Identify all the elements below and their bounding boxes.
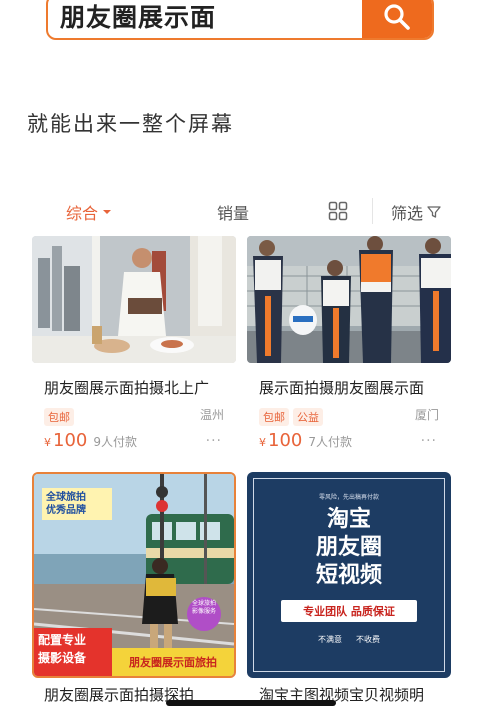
product-tags: 包邮 xyxy=(44,406,78,426)
subtitle-text: 就能出来一整个屏幕 xyxy=(27,112,234,136)
grid-view-icon xyxy=(328,201,348,221)
poster-small-text: 零风险，先出稿再付款 xyxy=(318,494,379,501)
promo-block-left: 配置专业 摄影设备 xyxy=(34,628,112,676)
promo-right-text: 朋友圈展示面旅拍 xyxy=(129,656,217,669)
product-image[interactable]: 零风险，先出稿再付款 淘宝 朋友圈 短视频 专业团队 品质保证 不满意 不收费 xyxy=(247,472,451,678)
product-city: 厦门 xyxy=(414,408,439,422)
product-photo-racers xyxy=(247,236,451,363)
search-button[interactable] xyxy=(362,0,432,38)
product-photo-restaurant xyxy=(32,236,236,363)
poster-footer: 不满意 不收费 xyxy=(247,634,451,645)
promo-block-right: 朋友圈展示面旅拍 xyxy=(112,648,234,676)
poster-line-3: 短视频 xyxy=(315,563,382,588)
badge-line-2: 优秀品牌 xyxy=(46,505,86,516)
search-icon xyxy=(384,4,410,30)
more-options-button[interactable]: ··· xyxy=(421,433,437,449)
more-options-button[interactable]: ··· xyxy=(206,433,222,449)
product-title[interactable]: 朋友圈展示面拍摄北上广 xyxy=(44,377,209,398)
currency-symbol: ¥ xyxy=(259,436,266,449)
brand-badge: 全球旅拍 优秀品牌 xyxy=(42,488,112,520)
poster-banner-text: 专业团队 品质保证 xyxy=(303,605,395,618)
price-row: ¥ 100 7人付款 xyxy=(259,430,352,451)
product-image[interactable]: 全球旅拍 优秀品牌 全球旅拍 影像服务 配置专业 摄影设备 朋友圈展示面旅拍 xyxy=(32,472,236,678)
product-card[interactable]: 展示面拍摄朋友圈展示面 包邮 公益 厦门 ¥ 100 7人付款 ··· xyxy=(247,236,451,460)
sold-count: 9人付款 xyxy=(93,435,137,449)
home-indicator[interactable] xyxy=(166,700,336,706)
currency-symbol: ¥ xyxy=(44,436,51,449)
product-image[interactable] xyxy=(247,236,451,363)
poster-footer-2: 不收费 xyxy=(356,635,380,644)
sort-tab-label: 综合 xyxy=(66,204,99,223)
product-price: 100 xyxy=(53,430,88,451)
circle-stamp-text: 全球旅拍 影像服务 xyxy=(191,600,216,615)
sort-tab-sales[interactable]: 销量 xyxy=(217,200,249,224)
product-card[interactable]: 零风险，先出稿再付款 淘宝 朋友圈 短视频 专业团队 品质保证 不满意 不收费 … xyxy=(247,472,451,717)
tag-charity: 公益 xyxy=(293,408,323,426)
price-row: ¥ 100 9人付款 xyxy=(44,430,137,451)
product-city: 温州 xyxy=(199,408,224,422)
sort-divider xyxy=(372,198,373,224)
tag-free-shipping: 包邮 xyxy=(259,408,289,426)
filter-icon xyxy=(427,206,441,218)
sort-tab-comprehensive[interactable]: 综合 xyxy=(66,200,112,224)
product-card[interactable]: 朋友圈展示面拍摄北上广 包邮 温州 ¥ 100 9人付款 ··· xyxy=(32,236,236,460)
product-price: 100 xyxy=(268,430,303,451)
caret-down-icon xyxy=(103,210,112,214)
grid-view-toggle[interactable] xyxy=(328,201,348,221)
search-bar[interactable]: 朋友圈展示面 xyxy=(46,0,434,40)
product-image[interactable] xyxy=(32,236,236,363)
product-card[interactable]: 全球旅拍 优秀品牌 全球旅拍 影像服务 配置专业 摄影设备 朋友圈展示面旅拍 朋… xyxy=(32,472,236,717)
filter-button[interactable]: 筛选 xyxy=(391,200,441,224)
tag-free-shipping: 包邮 xyxy=(44,408,74,426)
sold-count: 7人付款 xyxy=(308,435,352,449)
poster-line-1: 淘宝 xyxy=(326,507,371,532)
product-title[interactable]: 展示面拍摄朋友圈展示面 xyxy=(259,377,424,398)
filter-label: 筛选 xyxy=(391,204,424,223)
promo-line-1: 配置专业 xyxy=(38,633,87,647)
sort-bar: 综合 销量 筛选 xyxy=(0,196,500,228)
promo-line-2: 摄影设备 xyxy=(38,651,87,665)
poster-banner: 专业团队 品质保证 xyxy=(281,600,417,622)
poster-footer-1: 不满意 xyxy=(318,635,342,644)
poster-line-2: 朋友圈 xyxy=(315,535,382,560)
badge-line-1: 全球旅拍 xyxy=(46,492,86,503)
sort-tab-label: 销量 xyxy=(217,204,250,223)
search-input[interactable]: 朋友圈展示面 xyxy=(60,0,216,37)
product-tags: 包邮 公益 xyxy=(259,406,327,426)
